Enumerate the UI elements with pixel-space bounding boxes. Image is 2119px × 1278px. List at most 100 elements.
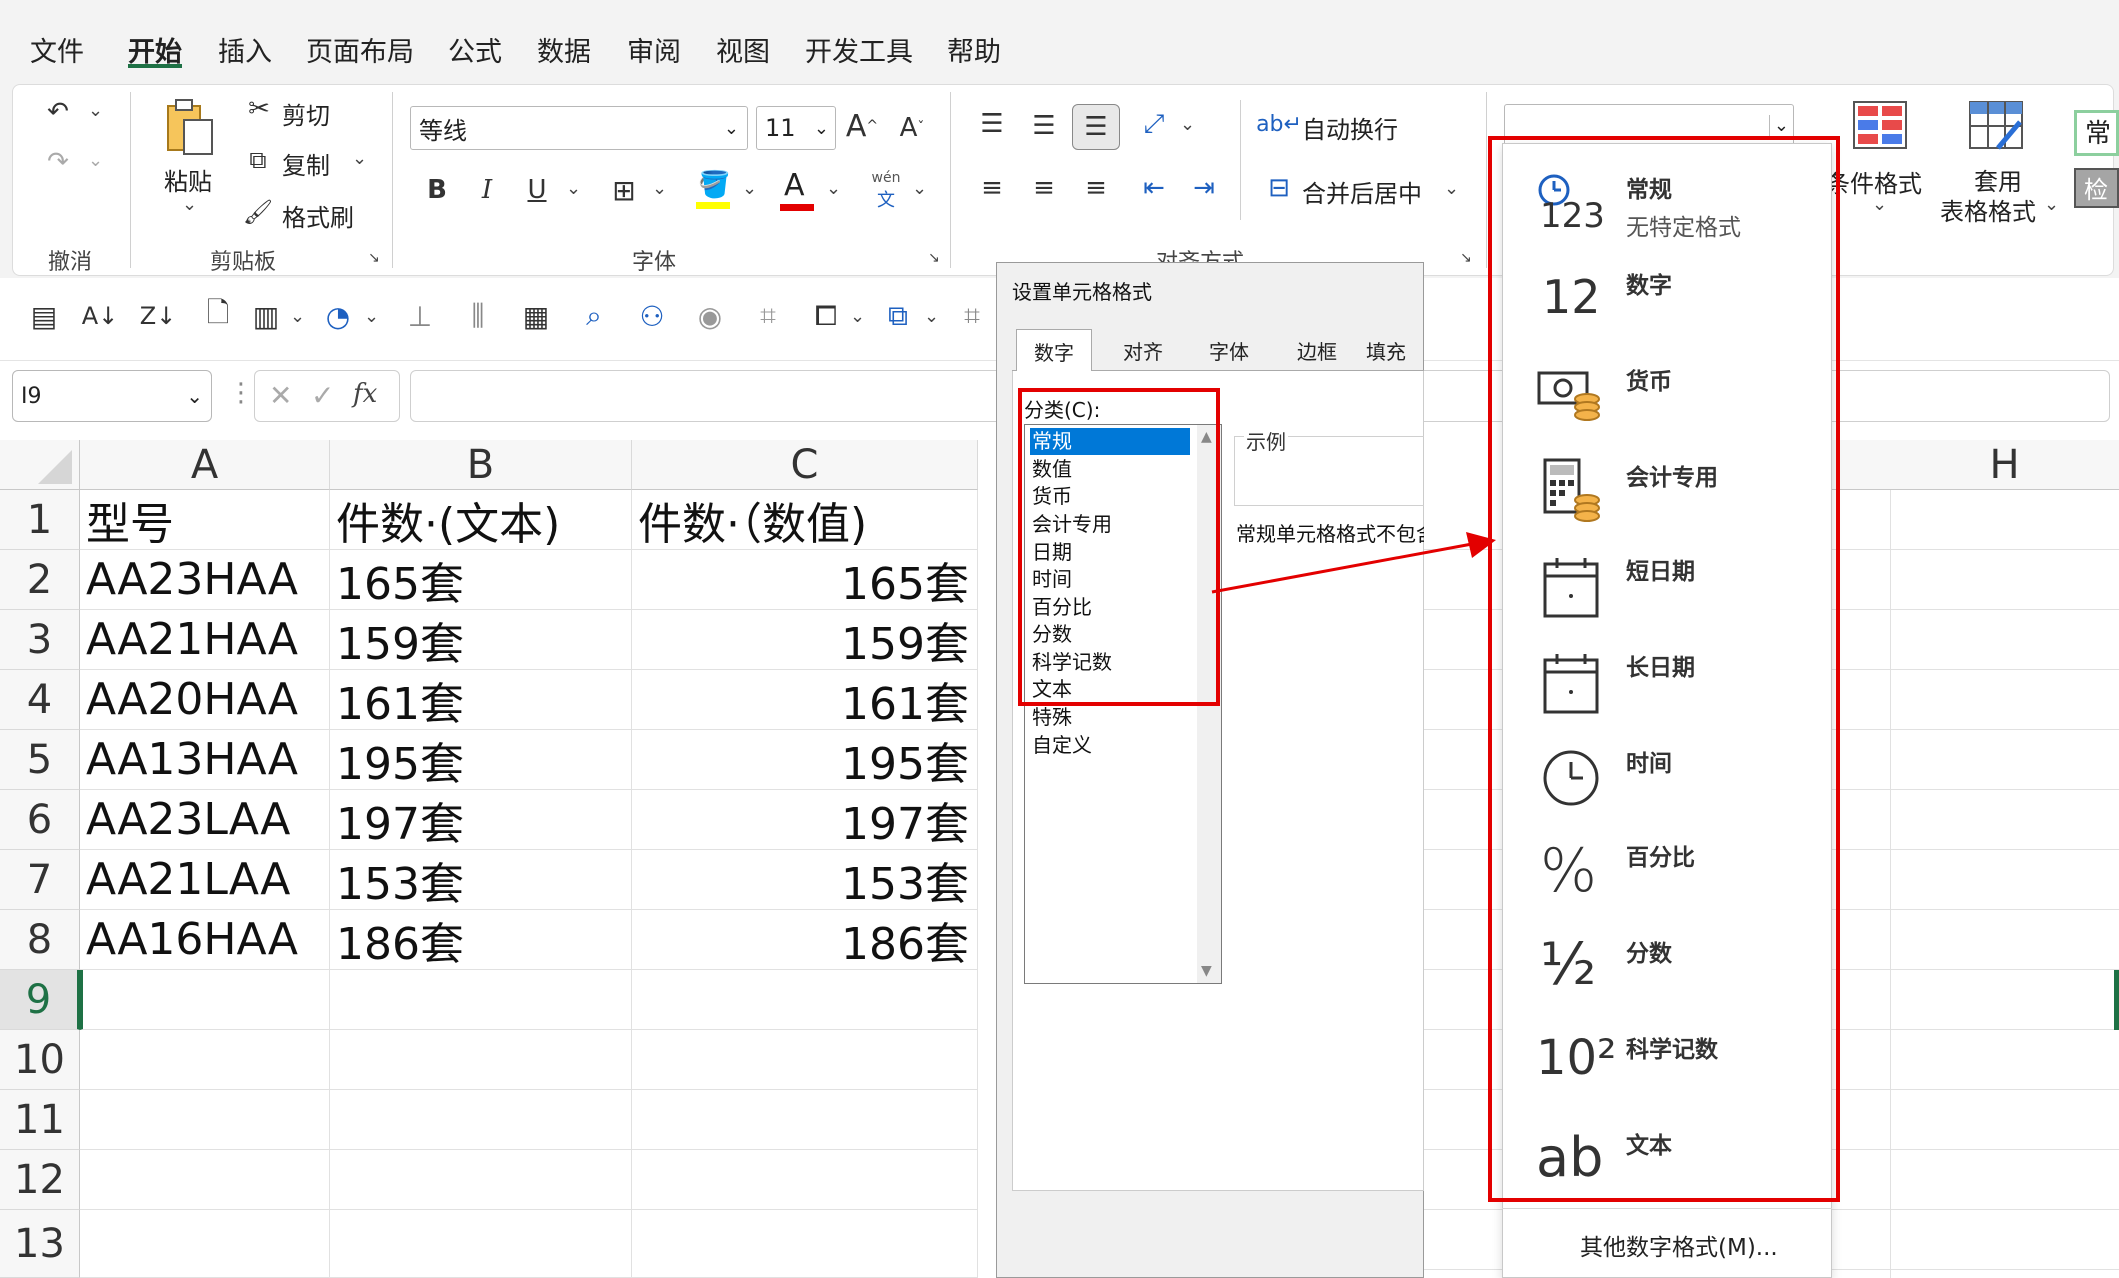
italic-button[interactable]: I	[470, 170, 504, 210]
cell-a1[interactable]: 型号	[80, 490, 330, 550]
cell-c11[interactable]	[632, 1090, 978, 1150]
insert-function-button[interactable]: fx	[353, 379, 377, 409]
table-format-icon[interactable]	[1968, 100, 2024, 150]
cell-c8[interactable]: 186套	[632, 910, 978, 970]
cell-a13[interactable]	[80, 1210, 330, 1278]
row-header-12[interactable]: 12	[0, 1150, 80, 1210]
phonetic-dropdown-icon[interactable]: ⌄	[912, 178, 927, 199]
column-header-b[interactable]: B	[330, 440, 632, 490]
document-icon[interactable]: 🗋	[200, 296, 236, 336]
font-color-icon[interactable]: A	[778, 168, 818, 212]
list-item[interactable]: 特殊	[1030, 704, 1190, 731]
sort-descending-icon[interactable]: Z↓	[140, 296, 177, 336]
cell-a12[interactable]	[80, 1150, 330, 1210]
font-size-combo[interactable]: 11 ⌄	[756, 106, 836, 150]
font-name-combo[interactable]: 等线 ⌄	[410, 106, 748, 150]
menu-page-layout[interactable]: 页面布局	[306, 30, 414, 69]
orientation-icon[interactable]: ⤢	[1136, 106, 1172, 142]
cell-c6[interactable]: 197套	[632, 790, 978, 850]
row-header-7[interactable]: 7	[0, 850, 80, 910]
decrease-font-icon[interactable]: Aˇ	[894, 108, 930, 148]
cell-a8[interactable]: AA16HAA	[80, 910, 330, 970]
cut-icon[interactable]: ✂	[244, 94, 274, 124]
conditional-format-dropdown-icon[interactable]: ⌄	[1872, 194, 1887, 215]
pie-chart-icon[interactable]: ◔	[320, 296, 356, 336]
cell-b11[interactable]	[330, 1090, 632, 1150]
cell-b4[interactable]: 161套	[330, 670, 632, 730]
cell-b13[interactable]	[330, 1210, 632, 1278]
user-search-icon[interactable]: ⚇	[634, 296, 670, 336]
menu-insert[interactable]: 插入	[218, 30, 272, 69]
column-header-h[interactable]: H	[1890, 440, 2119, 490]
cell-b6[interactable]: 197套	[330, 790, 632, 850]
cell-b1[interactable]: 件数·(文本)	[330, 490, 632, 550]
undo-dropdown-icon[interactable]: ⌄	[88, 100, 103, 121]
tab-fill[interactable]: 填充	[1366, 330, 1424, 370]
list-item[interactable]: 自定义	[1030, 732, 1190, 759]
cell-b12[interactable]	[330, 1150, 632, 1210]
row-header-10[interactable]: 10	[0, 1030, 80, 1090]
merge-dropdown-icon[interactable]: ⌄	[1444, 178, 1459, 199]
select-all-corner[interactable]	[0, 440, 80, 490]
redo-dropdown-icon[interactable]: ⌄	[88, 150, 103, 171]
copy-button[interactable]: 复制	[282, 146, 330, 181]
cell-a3[interactable]: AA21HAA	[80, 610, 330, 670]
wrap-text-icon[interactable]: ab↵	[1256, 106, 1302, 142]
merge-center-button[interactable]: 合并后居中	[1302, 174, 1422, 209]
tab-alignment[interactable]: 对齐	[1106, 330, 1180, 370]
cell-c10[interactable]	[632, 1030, 978, 1090]
border-dropdown-icon[interactable]: ⌄	[652, 178, 667, 199]
bold-button[interactable]: B	[420, 170, 454, 210]
menu-developer[interactable]: 开发工具	[805, 30, 913, 69]
cell-c5[interactable]: 195套	[632, 730, 978, 790]
frame-icon[interactable]: ⧠	[808, 296, 844, 336]
pie-chart-dropdown-icon[interactable]: ⌄	[364, 306, 379, 327]
clipboard-launcher-icon[interactable]: ↘	[368, 250, 380, 266]
circle-icon[interactable]: ◉	[692, 296, 728, 336]
font-color-dropdown-icon[interactable]: ⌄	[826, 178, 841, 199]
cell-b3[interactable]: 159套	[330, 610, 632, 670]
cell-c3[interactable]: 159套	[632, 610, 978, 670]
cell-c9[interactable]	[632, 970, 978, 1030]
cut-button[interactable]: 剪切	[282, 96, 330, 131]
shapes-dropdown-icon[interactable]: ⌄	[924, 306, 939, 327]
border-icon[interactable]: ⊞	[606, 170, 642, 210]
wrap-text-button[interactable]: 自动换行	[1302, 110, 1398, 145]
column-header-a[interactable]: A	[80, 440, 330, 490]
find-icon[interactable]: ⌕	[576, 296, 612, 336]
fill-color-icon[interactable]: 🪣	[694, 170, 734, 210]
align-right-icon[interactable]: ≡	[1078, 170, 1114, 206]
menu-data[interactable]: 数据	[537, 30, 591, 69]
cell-a2[interactable]: AA23HAA	[80, 550, 330, 610]
underline-dropdown-icon[interactable]: ⌄	[566, 178, 581, 199]
cell-c1[interactable]: 件数·（数值)	[632, 490, 978, 550]
align-top-icon[interactable]: ☰	[974, 106, 1010, 142]
table-icon[interactable]: ▦	[518, 296, 554, 336]
paste-dropdown-icon[interactable]: ⌄	[182, 194, 197, 215]
increase-font-icon[interactable]: A ^	[844, 106, 880, 146]
enter-icon[interactable]: ✓	[311, 379, 334, 412]
align-launcher-icon[interactable]: ↘	[1460, 250, 1472, 266]
shapes-icon[interactable]: ⧉	[880, 296, 916, 336]
align-center-icon[interactable]: ≡	[1026, 170, 1062, 206]
format-painter-button[interactable]: 格式刷	[282, 198, 354, 233]
cell-a10[interactable]	[80, 1030, 330, 1090]
row-header-4[interactable]: 4	[0, 670, 80, 730]
cell-c2[interactable]: 165套	[632, 550, 978, 610]
style-normal-tile[interactable]: 常	[2074, 110, 2119, 156]
align-bottom-icon[interactable]: ☰	[1072, 104, 1120, 150]
menu-formulas[interactable]: 公式	[448, 30, 502, 69]
bar-chart-icon[interactable]: ▥	[248, 296, 284, 336]
copy-dropdown-icon[interactable]: ⌄	[352, 148, 367, 169]
cell-c12[interactable]	[632, 1150, 978, 1210]
fill-color-dropdown-icon[interactable]: ⌄	[742, 178, 757, 199]
cancel-icon[interactable]: ✕	[269, 379, 292, 412]
cell-c7[interactable]: 153套	[632, 850, 978, 910]
bar-chart-dropdown-icon[interactable]: ⌄	[290, 306, 305, 327]
row-header-9[interactable]: 9	[0, 970, 80, 1030]
row-header-8[interactable]: 8	[0, 910, 80, 970]
distribute-icon[interactable]: ⊥	[402, 296, 438, 336]
menu-review[interactable]: 审阅	[627, 30, 681, 69]
form-icon[interactable]: ▤	[26, 296, 62, 336]
increase-indent-icon[interactable]: ⇥	[1186, 170, 1222, 206]
